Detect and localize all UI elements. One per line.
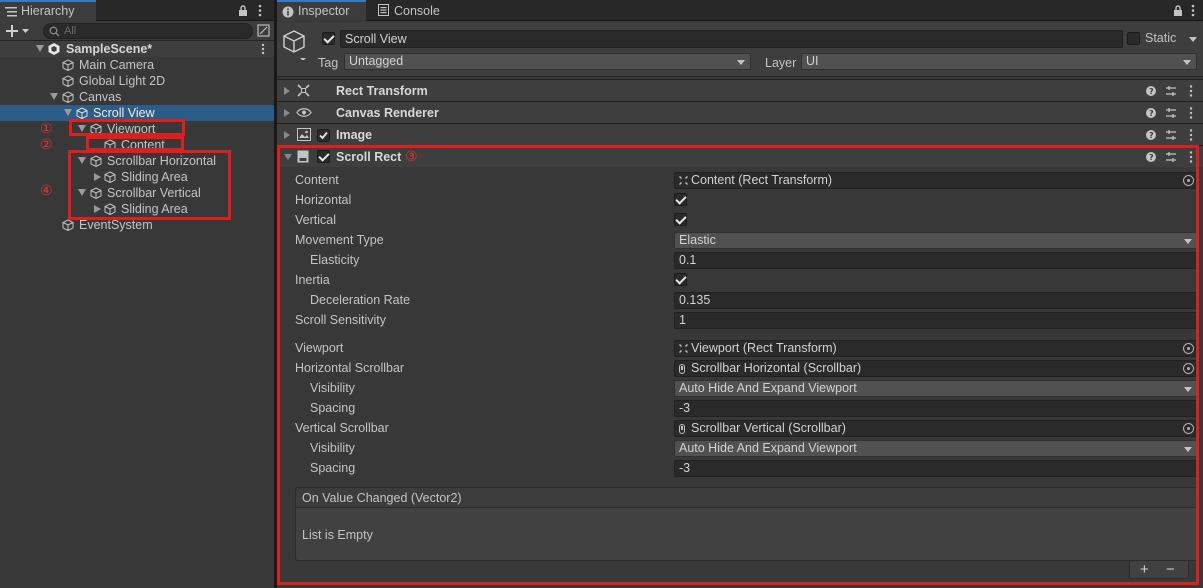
component-title: Rect Transform <box>336 84 428 98</box>
layer-dropdown[interactable]: UI <box>801 53 1197 70</box>
hierarchy-panel: Hierarchy All SampleScene* Main Camera G… <box>0 0 274 588</box>
tab-hierarchy-label: Hierarchy <box>21 4 75 18</box>
tab-console[interactable]: Console <box>373 0 453 21</box>
list-icon <box>5 7 17 17</box>
info-icon <box>282 6 294 18</box>
svg-text:?: ? <box>1149 87 1154 96</box>
scene-menu-icon[interactable] <box>261 43 265 55</box>
enabled-checkbox[interactable] <box>317 129 330 142</box>
console-icon <box>378 4 389 16</box>
tag-dropdown[interactable]: Untagged <box>344 53 751 70</box>
tag-value: Untagged <box>349 54 404 68</box>
hierarchy-tabbar: Hierarchy <box>0 0 274 21</box>
component-header-icons[interactable]: ? <box>1146 128 1198 142</box>
kebab-menu-icon[interactable] <box>1191 4 1195 17</box>
unity-scene-icon <box>48 43 60 55</box>
hierarchy-item-main-camera[interactable]: Main Camera <box>0 57 274 73</box>
annotation-box-3 <box>277 145 1199 585</box>
annotation-label-2: ② <box>40 136 53 152</box>
search-placeholder: All <box>64 25 77 37</box>
svg-text:?: ? <box>1149 131 1154 140</box>
tag-label: Tag <box>318 56 339 70</box>
collapsed-arrow-icon[interactable] <box>284 109 290 117</box>
layer-value: UI <box>806 54 819 68</box>
component-title: Image <box>336 128 373 142</box>
eye-icon <box>296 108 312 117</box>
scene-row[interactable]: SampleScene* <box>0 41 274 57</box>
component-header-icons[interactable]: ? <box>1146 106 1198 120</box>
component-rect-transform[interactable]: Rect Transform ? <box>277 79 1203 101</box>
static-checkbox[interactable] <box>1127 32 1140 45</box>
rect-transform-icon <box>297 84 310 97</box>
static-label: Static <box>1145 31 1177 45</box>
scene-name: SampleScene* <box>66 42 153 56</box>
gameobject-cube-icon <box>62 59 74 71</box>
annotation-label-1: ① <box>40 120 53 136</box>
expand-arrow-icon[interactable] <box>64 109 72 116</box>
gameobject-cube-icon <box>62 91 74 103</box>
hierarchy-search-input[interactable]: All <box>43 23 253 39</box>
collapsed-arrow-icon[interactable] <box>284 131 290 139</box>
component-image[interactable]: Image ? <box>277 123 1203 145</box>
object-name-input[interactable]: Scroll View <box>340 30 1123 48</box>
hierarchy-item-canvas[interactable]: Canvas <box>0 89 274 105</box>
static-dropdown-icon[interactable] <box>1189 37 1197 42</box>
tab-console-label: Console <box>394 4 440 18</box>
expand-arrow-icon[interactable] <box>36 45 44 52</box>
inspector-tabbar: Inspector Console <box>277 0 1203 21</box>
lock-icon[interactable] <box>238 5 248 16</box>
svg-text:?: ? <box>1149 109 1154 118</box>
hierarchy-toolbar: All <box>0 21 274 41</box>
layer-label: Layer <box>765 56 797 70</box>
annotation-label-4: ④ <box>40 182 53 198</box>
tab-inspector-label: Inspector <box>298 4 350 18</box>
annotation-box-4 <box>68 150 231 220</box>
item-label: Main Camera <box>79 58 155 72</box>
annotation-box-1 <box>69 119 185 136</box>
component-title: Canvas Renderer <box>336 106 439 120</box>
component-canvas-renderer[interactable]: Canvas Renderer ? <box>277 101 1203 123</box>
hierarchy-item-global-light[interactable]: Global Light 2D <box>0 73 274 89</box>
component-header-icons[interactable]: ? <box>1146 84 1198 98</box>
expand-arrow-icon[interactable] <box>50 93 58 100</box>
collapsed-arrow-icon[interactable] <box>284 87 290 95</box>
annotation-box-2 <box>86 136 184 151</box>
object-header: Scroll View Static Tag Untagged Layer UI <box>277 22 1203 77</box>
image-icon <box>297 128 311 141</box>
gameobject-cube-icon <box>76 107 88 119</box>
gameobject-cube-icon[interactable] <box>283 30 309 60</box>
kebab-menu-icon[interactable] <box>258 4 262 17</box>
tab-inspector[interactable]: Inspector <box>277 0 366 21</box>
scene-visibility-icon[interactable] <box>257 24 270 37</box>
gameobject-cube-icon <box>62 75 74 87</box>
inspector-panel: Inspector Console Scroll View Static Tag… <box>277 0 1203 588</box>
tab-hierarchy[interactable]: Hierarchy <box>0 0 96 21</box>
search-icon <box>49 26 60 37</box>
create-dropdown-icon[interactable] <box>6 24 30 38</box>
gameobject-cube-icon <box>62 219 74 231</box>
item-label: Global Light 2D <box>79 74 166 88</box>
lock-icon[interactable] <box>1173 5 1183 16</box>
object-name: Scroll View <box>345 32 407 46</box>
item-label: Canvas <box>79 90 122 104</box>
active-checkbox[interactable] <box>322 32 335 45</box>
